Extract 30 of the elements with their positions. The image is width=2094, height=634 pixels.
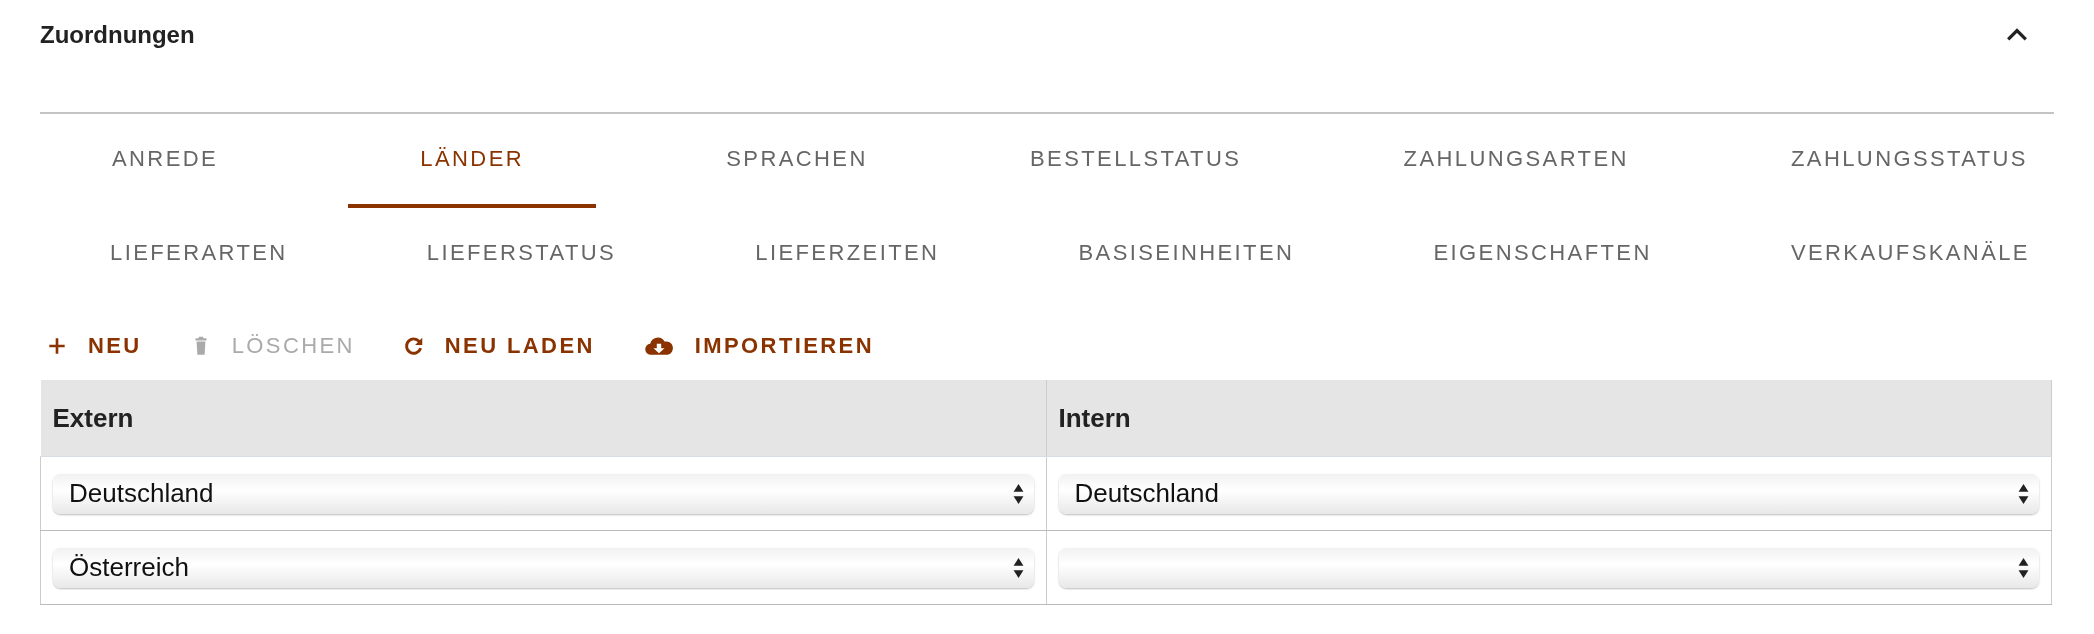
select-field[interactable]: Deutschland — [53, 473, 1034, 514]
tab[interactable]: VERKAUFSKANÄLE — [1760, 208, 2060, 302]
select-field[interactable] — [1058, 547, 2039, 588]
up-down-arrows-icon — [2018, 481, 2029, 506]
import-button[interactable]: IMPORTIEREN — [642, 333, 874, 359]
tab[interactable]: SPRACHEN — [694, 114, 900, 208]
tab[interactable]: BASISEINHEITEN — [1048, 208, 1325, 302]
column-header: Intern — [1046, 380, 2052, 457]
cloud-download-icon — [642, 335, 675, 357]
panel-title: Zuordnungen — [40, 21, 195, 49]
column-header: Extern — [40, 380, 1046, 457]
tab[interactable]: ZAHLUNGSARTEN — [1371, 114, 1661, 208]
tab[interactable]: ZAHLUNGSSTATUS — [1759, 114, 2060, 208]
reload-icon — [402, 335, 425, 357]
tab[interactable]: EIGENSCHAFTEN — [1403, 208, 1682, 302]
tab[interactable]: LIEFERZEITEN — [725, 208, 970, 302]
tab[interactable]: BESTELLSTATUS — [998, 114, 1274, 208]
add-button[interactable]: NEU — [46, 333, 142, 359]
collapse-chevron-icon[interactable] — [2006, 28, 2028, 42]
up-down-arrows-icon — [1012, 555, 1024, 580]
select-field[interactable]: Deutschland — [1058, 473, 2039, 514]
tab[interactable]: ANREDE — [80, 114, 251, 208]
plus-icon — [46, 335, 68, 357]
tab[interactable]: LIEFERSTATUS — [396, 208, 647, 302]
up-down-arrows-icon — [2018, 555, 2029, 580]
up-down-arrows-icon — [1012, 481, 1024, 506]
tab[interactable]: LIEFERARTEN — [80, 208, 318, 302]
reload-button[interactable]: NEU LADEN — [402, 333, 595, 359]
select-field[interactable]: Österreich — [53, 547, 1034, 588]
tab[interactable]: LÄNDER — [348, 114, 596, 208]
